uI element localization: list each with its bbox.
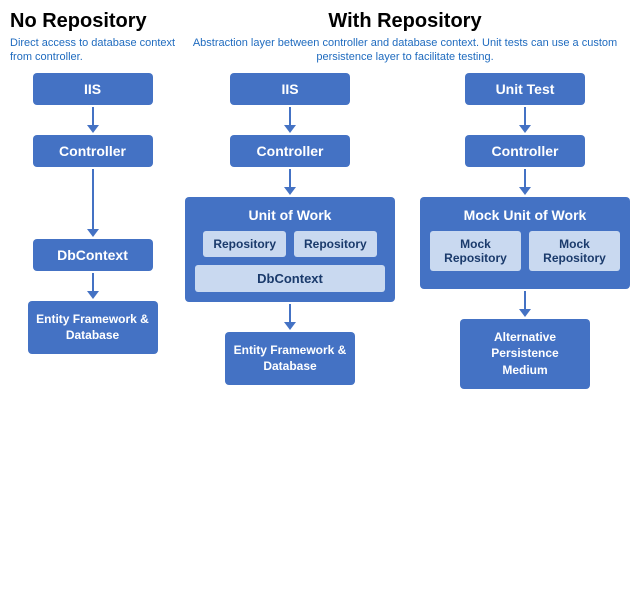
left-arrow-head-1 bbox=[87, 125, 99, 133]
mid-repo-1: Repository bbox=[203, 231, 286, 257]
mid-arrow-line-2 bbox=[289, 169, 291, 187]
right-bottom-box: Alternative Persistence Medium bbox=[460, 319, 590, 389]
with-repo-title: With Repository bbox=[185, 10, 625, 33]
column-unit-test: Unit Test Controller Mock Unit of Work M… bbox=[405, 73, 635, 389]
mid-dbcontext-inner: DbContext bbox=[195, 265, 385, 292]
mid-arrow-head-3 bbox=[284, 322, 296, 330]
mid-arrow-head-2 bbox=[284, 187, 296, 195]
headers-row: No Repository Direct access to database … bbox=[10, 10, 625, 65]
muow-repos-row: Mock Repository Mock Repository bbox=[430, 231, 620, 271]
right-arrow-line-3 bbox=[524, 291, 526, 309]
left-arrow-line-3 bbox=[92, 273, 94, 291]
uow-repos-row: Repository Repository bbox=[195, 231, 385, 257]
mid-arrow-head-1 bbox=[284, 125, 296, 133]
header-no-repository: No Repository Direct access to database … bbox=[10, 10, 185, 65]
left-arrow-head-3 bbox=[87, 291, 99, 299]
mid-arrow-3 bbox=[284, 304, 296, 330]
left-bottom-box: Entity Framework & Database bbox=[28, 301, 158, 355]
with-repo-subtitle: Abstraction layer between controller and… bbox=[185, 36, 625, 65]
unit-of-work-box: Unit of Work Repository Repository DbCon… bbox=[185, 197, 395, 302]
uow-label: Unit of Work bbox=[195, 207, 385, 223]
left-iis-box: IIS bbox=[33, 73, 153, 105]
right-arrow-head-1 bbox=[519, 125, 531, 133]
header-with-repository: With Repository Abstraction layer betwee… bbox=[185, 10, 625, 65]
left-arrow-1 bbox=[87, 107, 99, 133]
mid-repo-2: Repository bbox=[294, 231, 377, 257]
left-controller-box: Controller bbox=[33, 135, 153, 167]
left-arrow-line-2 bbox=[92, 169, 94, 229]
mock-repo-1: Mock Repository bbox=[430, 231, 521, 271]
mock-repo-2: Mock Repository bbox=[529, 231, 620, 271]
column-no-repository: IIS Controller DbContext Entity Framewor… bbox=[10, 73, 175, 355]
right-unit-test-box: Unit Test bbox=[465, 73, 585, 105]
muow-label: Mock Unit of Work bbox=[430, 207, 620, 223]
left-arrow-line-1 bbox=[92, 107, 94, 125]
mid-arrow-line-3 bbox=[289, 304, 291, 322]
columns-row: IIS Controller DbContext Entity Framewor… bbox=[10, 73, 625, 389]
no-repo-title: No Repository bbox=[10, 10, 185, 33]
right-arrow-1 bbox=[519, 107, 531, 133]
column-with-repository: IIS Controller Unit of Work Repository R… bbox=[175, 73, 405, 386]
right-arrow-line-2 bbox=[524, 169, 526, 187]
right-arrow-head-3 bbox=[519, 309, 531, 317]
mock-unit-of-work-box: Mock Unit of Work Mock Repository Mock R… bbox=[420, 197, 630, 289]
left-arrow-head-2 bbox=[87, 229, 99, 237]
left-arrow-2 bbox=[87, 169, 99, 237]
left-dbcontext-box: DbContext bbox=[33, 239, 153, 271]
mid-controller-box: Controller bbox=[230, 135, 350, 167]
right-arrow-line-1 bbox=[524, 107, 526, 125]
left-arrow-3 bbox=[87, 273, 99, 299]
right-arrow-2 bbox=[519, 169, 531, 195]
diagram-container: No Repository Direct access to database … bbox=[0, 0, 635, 615]
mid-iis-box: IIS bbox=[230, 73, 350, 105]
mid-arrow-1 bbox=[284, 107, 296, 133]
mid-arrow-line-1 bbox=[289, 107, 291, 125]
right-controller-box: Controller bbox=[465, 135, 585, 167]
mid-arrow-2 bbox=[284, 169, 296, 195]
no-repo-subtitle: Direct access to database context from c… bbox=[10, 36, 185, 65]
right-arrow-head-2 bbox=[519, 187, 531, 195]
mid-bottom-box: Entity Framework & Database bbox=[225, 332, 355, 386]
right-arrow-3 bbox=[519, 291, 531, 317]
